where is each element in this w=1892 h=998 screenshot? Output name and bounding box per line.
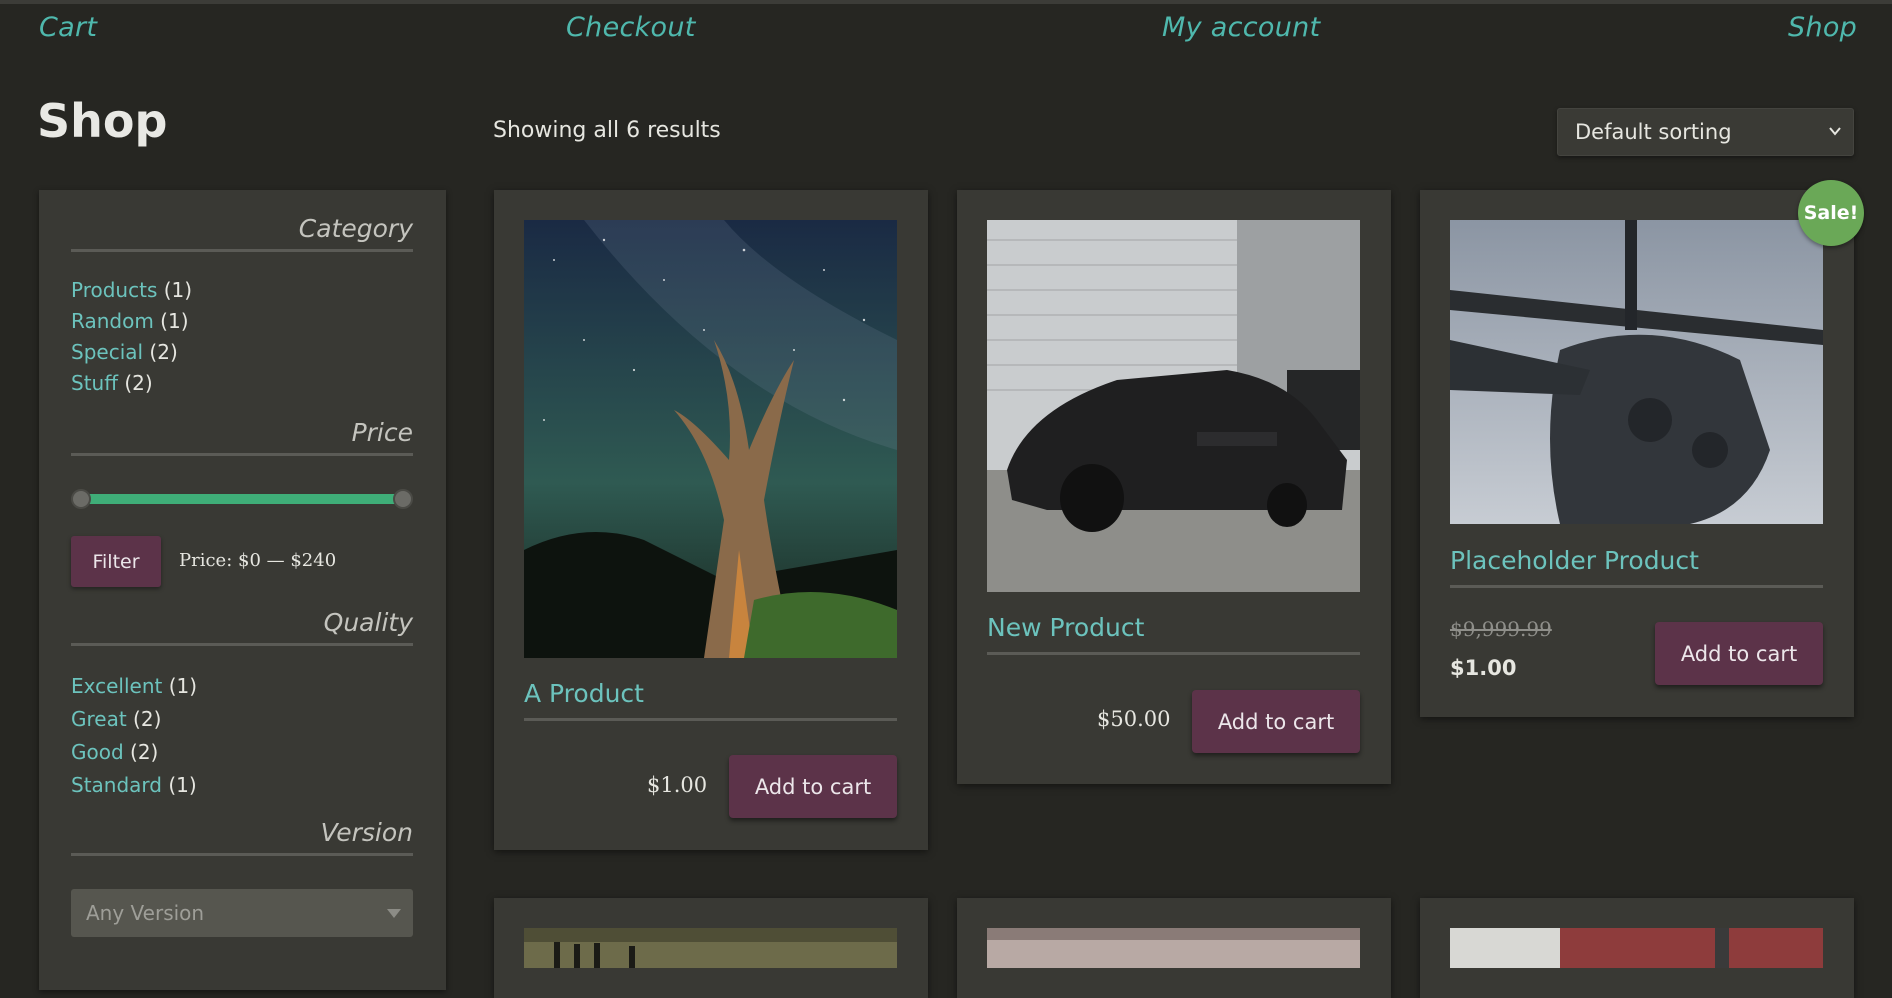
category-count: (2)	[124, 371, 153, 395]
product-title-link[interactable]: Placeholder Product	[1450, 546, 1823, 588]
sale-badge: Sale!	[1798, 180, 1864, 246]
nav-checkout-link[interactable]: Checkout	[566, 12, 696, 43]
product-image-smoke[interactable]	[524, 928, 897, 968]
quality-link[interactable]: Great	[71, 707, 127, 731]
quality-link[interactable]: Good	[71, 740, 124, 764]
nav-cart-link[interactable]: Cart	[39, 12, 97, 43]
quality-count: (2)	[130, 740, 159, 764]
category-widget-title: Category	[71, 214, 413, 252]
sorting-select[interactable]: Default sorting	[1557, 108, 1854, 156]
price-widget-title: Price	[71, 418, 413, 456]
product-card: Placeholder Product $9,999.99 $1.00 Add …	[1420, 190, 1854, 717]
nav-shop-link[interactable]: Shop	[1788, 12, 1857, 43]
category-link[interactable]: Stuff	[71, 371, 118, 395]
product-card: A Product $1.00 Add to cart	[494, 190, 928, 850]
sorting-selected-label: Default sorting	[1575, 120, 1732, 144]
version-placeholder: Any Version	[86, 901, 205, 925]
chevron-down-icon	[1829, 127, 1841, 136]
product-card	[494, 898, 928, 998]
category-count: (1)	[160, 309, 189, 333]
product-card: New Product $50.00 Add to cart	[957, 190, 1391, 784]
product-title-link[interactable]: A Product	[524, 679, 897, 721]
price-max-handle[interactable]	[393, 489, 413, 509]
quality-link[interactable]: Excellent	[71, 674, 162, 698]
category-item: Random (1)	[71, 306, 192, 337]
product-price: $50.00	[1097, 707, 1171, 731]
product-card	[1420, 898, 1854, 998]
quality-count: (1)	[168, 773, 197, 797]
quality-list: Excellent (1) Great (2) Good (2) Standar…	[71, 670, 197, 802]
page-title: Shop	[37, 94, 168, 148]
product-price: $1.00	[647, 773, 708, 797]
category-list: Products (1) Random (1) Special (2) Stuf…	[71, 275, 192, 399]
caret-down-icon	[387, 909, 401, 918]
nav-my-account-link[interactable]: My account	[1162, 12, 1320, 43]
product-image-helicopter[interactable]	[1450, 220, 1823, 524]
price-min-handle[interactable]	[71, 489, 91, 509]
category-count: (1)	[163, 278, 193, 302]
category-item: Products (1)	[71, 275, 192, 306]
product-title-link[interactable]: New Product	[987, 613, 1360, 655]
add-to-cart-button[interactable]: Add to cart	[1192, 690, 1360, 753]
filter-sidebar: Category Products (1) Random (1) Special…	[39, 190, 446, 990]
filter-button[interactable]: Filter	[71, 536, 161, 587]
category-count: (2)	[149, 340, 178, 364]
category-link[interactable]: Random	[71, 309, 154, 333]
product-old-price: $9,999.99	[1450, 617, 1552, 641]
quality-count: (2)	[133, 707, 162, 731]
quality-link[interactable]: Standard	[71, 773, 162, 797]
price-range-text: Price: $0 — $240	[179, 550, 337, 571]
category-link[interactable]: Products	[71, 278, 157, 302]
version-select[interactable]: Any Version	[71, 889, 413, 937]
quality-count: (1)	[168, 674, 198, 698]
category-item: Stuff (2)	[71, 368, 192, 399]
category-link[interactable]: Special	[71, 340, 143, 364]
result-count: Showing all 6 results	[493, 118, 721, 143]
category-item: Special (2)	[71, 337, 192, 368]
product-sale-price: $1.00	[1450, 656, 1517, 680]
add-to-cart-button[interactable]: Add to cart	[1655, 622, 1823, 685]
product-image-blur[interactable]	[987, 928, 1360, 968]
quality-item: Good (2)	[71, 736, 197, 769]
quality-widget-title: Quality	[71, 608, 413, 646]
product-image-tree[interactable]	[524, 220, 897, 658]
quality-item: Standard (1)	[71, 769, 197, 802]
add-to-cart-button[interactable]: Add to cart	[729, 755, 897, 818]
top-border	[0, 0, 1892, 4]
quality-item: Excellent (1)	[71, 670, 197, 703]
version-widget-title: Version	[71, 818, 413, 856]
product-card	[957, 898, 1391, 998]
product-image-car[interactable]	[987, 220, 1360, 592]
quality-item: Great (2)	[71, 703, 197, 736]
product-image-building[interactable]	[1450, 928, 1823, 968]
price-range-track[interactable]	[81, 494, 401, 504]
